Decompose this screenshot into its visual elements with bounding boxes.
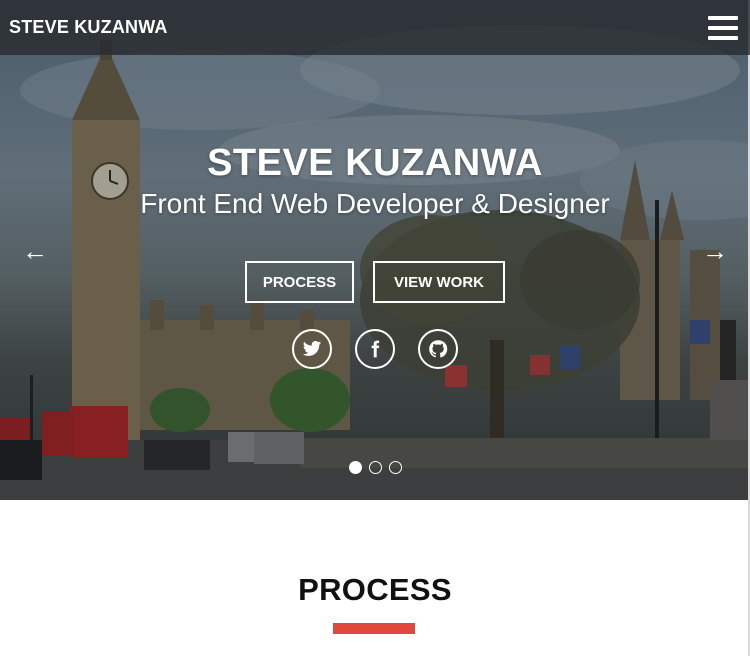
facebook-icon xyxy=(371,340,380,358)
process-section: PROCESS xyxy=(0,500,750,656)
hero-title: STEVE KUZANWA xyxy=(207,142,543,184)
slide-indicators xyxy=(0,461,750,474)
process-heading: PROCESS xyxy=(298,572,452,607)
view-work-button[interactable]: VIEW WORK xyxy=(373,261,505,303)
menu-bar xyxy=(708,25,738,30)
github-icon xyxy=(429,340,448,358)
process-button[interactable]: PROCESS xyxy=(245,261,354,303)
social-links xyxy=(0,329,750,369)
slide-dot-1[interactable] xyxy=(348,461,362,474)
hero-overlay xyxy=(0,0,750,500)
hero-carousel: STEVE KUZANWA STEVE KUZANWA Front End We… xyxy=(0,0,750,500)
twitter-icon xyxy=(302,341,322,356)
hamburger-menu-icon[interactable] xyxy=(708,15,738,40)
twitter-link[interactable] xyxy=(292,329,332,369)
slide-dot-3[interactable] xyxy=(388,461,402,474)
menu-bar xyxy=(708,35,738,40)
hero-subtitle: Front End Web Developer & Designer xyxy=(140,188,610,219)
facebook-link[interactable] xyxy=(355,329,395,369)
heading-underline-accent xyxy=(333,623,415,634)
hero-button-group: PROCESS VIEW WORK xyxy=(0,261,750,303)
github-link[interactable] xyxy=(418,329,458,369)
top-navbar: STEVE KUZANWA xyxy=(0,0,750,55)
brand-link[interactable]: STEVE KUZANWA xyxy=(9,17,168,38)
menu-bar xyxy=(708,15,738,20)
slide-dot-2[interactable] xyxy=(368,461,382,474)
